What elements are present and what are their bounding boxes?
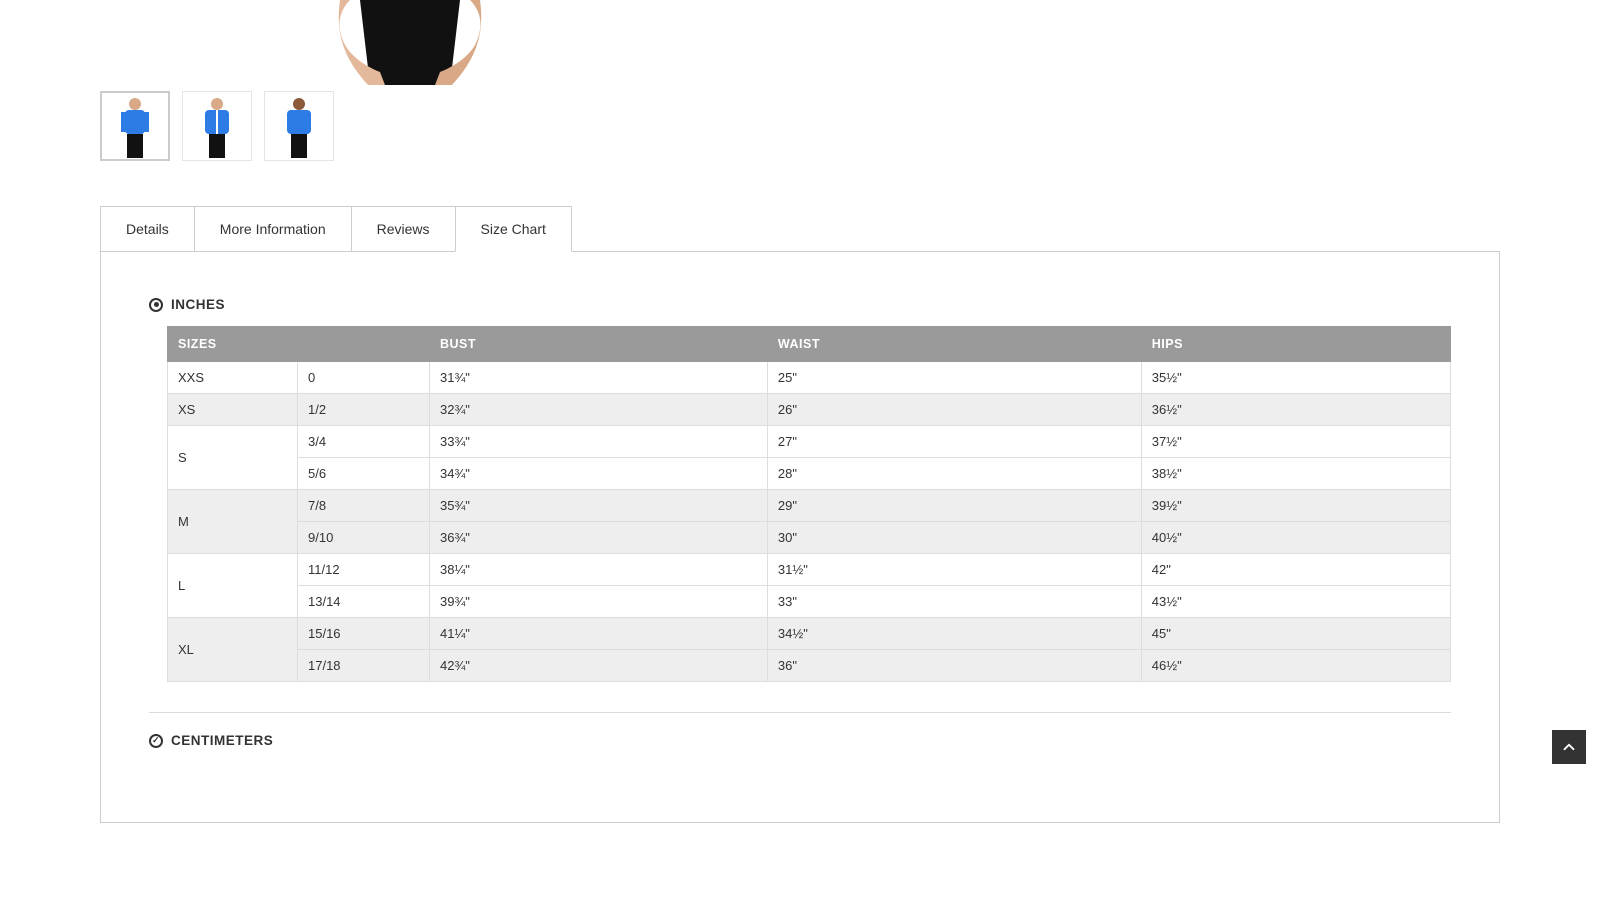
cell-bust: 33¾" — [430, 426, 768, 458]
cell-hips: 46½" — [1141, 650, 1450, 682]
thumbnail-3[interactable] — [264, 91, 334, 161]
col-bust: BUST — [430, 327, 768, 362]
cell-num: 11/12 — [298, 554, 430, 586]
cell-num: 13/14 — [298, 586, 430, 618]
centimeters-label: CENTIMETERS — [171, 733, 273, 748]
tab-reviews[interactable]: Reviews — [351, 206, 456, 252]
size-label-cell: S — [168, 426, 298, 490]
cell-bust: 39¾" — [430, 586, 768, 618]
cell-bust: 42¾" — [430, 650, 768, 682]
cell-hips: 40½" — [1141, 522, 1450, 554]
collapse-icon — [149, 298, 163, 312]
cell-hips: 45" — [1141, 618, 1450, 650]
cell-waist: 36" — [767, 650, 1141, 682]
cell-waist: 30" — [767, 522, 1141, 554]
table-row: S3/433¾"27"37½" — [168, 426, 1451, 458]
chevron-up-icon — [1560, 738, 1578, 756]
table-row: XXS031¾"25"35½" — [168, 362, 1451, 394]
cell-waist: 34½" — [767, 618, 1141, 650]
cell-hips: 43½" — [1141, 586, 1450, 618]
size-label-cell: M — [168, 490, 298, 554]
section-divider — [149, 712, 1451, 713]
cell-hips: 42" — [1141, 554, 1450, 586]
col-waist: WAIST — [767, 327, 1141, 362]
table-row: M7/835¾"29"39½" — [168, 490, 1451, 522]
cell-num: 9/10 — [298, 522, 430, 554]
table-row: XL15/1641¼"34½"45" — [168, 618, 1451, 650]
cell-waist: 25" — [767, 362, 1141, 394]
inches-section-toggle[interactable]: INCHES — [149, 297, 1451, 312]
cell-waist: 31½" — [767, 554, 1141, 586]
tab-size-chart[interactable]: Size Chart — [455, 206, 572, 252]
cell-bust: 36¾" — [430, 522, 768, 554]
size-chart-panel: INCHES SIZES BUST WAIST HIPS XXS031¾"25"… — [100, 251, 1500, 823]
cell-num: 0 — [298, 362, 430, 394]
tab-details[interactable]: Details — [100, 206, 195, 252]
thumbnail-1[interactable] — [100, 91, 170, 161]
product-thumbnails — [100, 91, 1500, 161]
col-hips: HIPS — [1141, 327, 1450, 362]
tab-more-information[interactable]: More Information — [194, 206, 352, 252]
cell-hips: 36½" — [1141, 394, 1450, 426]
cell-bust: 41¼" — [430, 618, 768, 650]
table-row: 5/634¾"28"38½" — [168, 458, 1451, 490]
cell-bust: 34¾" — [430, 458, 768, 490]
size-label-cell: L — [168, 554, 298, 618]
cell-waist: 29" — [767, 490, 1141, 522]
cell-hips: 35½" — [1141, 362, 1450, 394]
table-row: 9/1036¾"30"40½" — [168, 522, 1451, 554]
inches-size-table: SIZES BUST WAIST HIPS XXS031¾"25"35½"XS1… — [167, 326, 1451, 682]
cell-waist: 33" — [767, 586, 1141, 618]
size-label-cell: XXS — [168, 362, 298, 394]
cell-bust: 38¼" — [430, 554, 768, 586]
cell-waist: 26" — [767, 394, 1141, 426]
thumbnail-2[interactable] — [182, 91, 252, 161]
size-label-cell: XS — [168, 394, 298, 426]
cell-bust: 31¾" — [430, 362, 768, 394]
table-row: 13/1439¾"33"43½" — [168, 586, 1451, 618]
cell-waist: 28" — [767, 458, 1141, 490]
table-row: XS1/232¾"26"36½" — [168, 394, 1451, 426]
centimeters-section-toggle[interactable]: CENTIMETERS — [149, 733, 1451, 748]
cell-num: 3/4 — [298, 426, 430, 458]
cell-hips: 37½" — [1141, 426, 1450, 458]
cell-hips: 39½" — [1141, 490, 1450, 522]
cell-num: 17/18 — [298, 650, 430, 682]
product-main-image — [290, 0, 530, 85]
cell-num: 15/16 — [298, 618, 430, 650]
cell-bust: 35¾" — [430, 490, 768, 522]
table-row: 17/1842¾"36"46½" — [168, 650, 1451, 682]
cell-num: 7/8 — [298, 490, 430, 522]
cell-bust: 32¾" — [430, 394, 768, 426]
cell-hips: 38½" — [1141, 458, 1450, 490]
cell-num: 5/6 — [298, 458, 430, 490]
table-header-row: SIZES BUST WAIST HIPS — [168, 327, 1451, 362]
inches-label: INCHES — [171, 297, 225, 312]
table-row: L11/1238¼"31½"42" — [168, 554, 1451, 586]
back-to-top-button[interactable] — [1552, 730, 1586, 764]
cell-num: 1/2 — [298, 394, 430, 426]
product-tabs: Details More Information Reviews Size Ch… — [100, 206, 1500, 252]
expand-check-icon — [149, 734, 163, 748]
cell-waist: 27" — [767, 426, 1141, 458]
col-sizes: SIZES — [168, 327, 430, 362]
size-label-cell: XL — [168, 618, 298, 682]
